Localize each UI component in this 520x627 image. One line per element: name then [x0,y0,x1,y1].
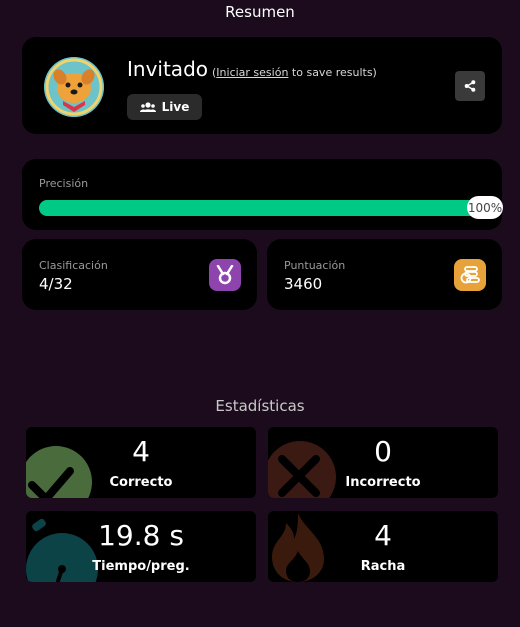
live-badge: Live [127,94,202,120]
login-rest-text: to save results) [288,66,377,79]
time-value: 19.8 s [98,519,184,552]
medal-icon [209,259,241,291]
score-card: Puntuación 3460 [267,239,502,310]
stats-title: Estadísticas [215,397,305,415]
streak-value: 4 [374,519,392,552]
accuracy-bar [39,200,485,216]
correct-value: 4 [132,435,150,468]
login-prompt: (Iniciar sesión to save results) [212,66,377,79]
streak-tile: 4 Racha [268,511,498,582]
coins-icon [454,259,486,291]
summary-title: Resumen [225,3,295,21]
accuracy-card: Precisión 100% [22,159,503,230]
share-button[interactable] [455,71,485,101]
profile-card: Invitado (Iniciar sesión to save results)… [22,37,502,134]
accuracy-label: Precisión [39,177,89,190]
login-link[interactable]: Iniciar sesión [216,66,288,79]
rank-value: 4/32 [39,275,73,293]
streak-label: Racha [360,559,406,574]
incorrect-label: Incorrecto [345,475,421,490]
correct-label: Correcto [109,475,173,490]
dog-avatar-icon [44,57,104,117]
time-tile: 19.8 s Tiempo/preg. [26,511,256,582]
correct-tile: 4 Correcto [26,427,256,498]
share-icon [464,80,476,92]
username: Invitado (Iniciar sesión to save results) [127,57,377,81]
username-text: Invitado [127,57,208,81]
rank-card: Clasificación 4/32 [22,239,257,310]
live-label: Live [161,100,190,114]
rank-label: Clasificación [39,259,108,272]
incorrect-value: 0 [374,435,392,468]
score-value: 3460 [284,275,323,293]
accuracy-bar-fill [39,200,485,216]
time-label: Tiempo/preg. [92,559,190,574]
score-label: Puntuación [284,259,346,272]
incorrect-tile: 0 Incorrecto [268,427,498,498]
accuracy-value: 100% [467,196,503,219]
avatar [44,57,104,117]
users-icon [139,102,156,112]
